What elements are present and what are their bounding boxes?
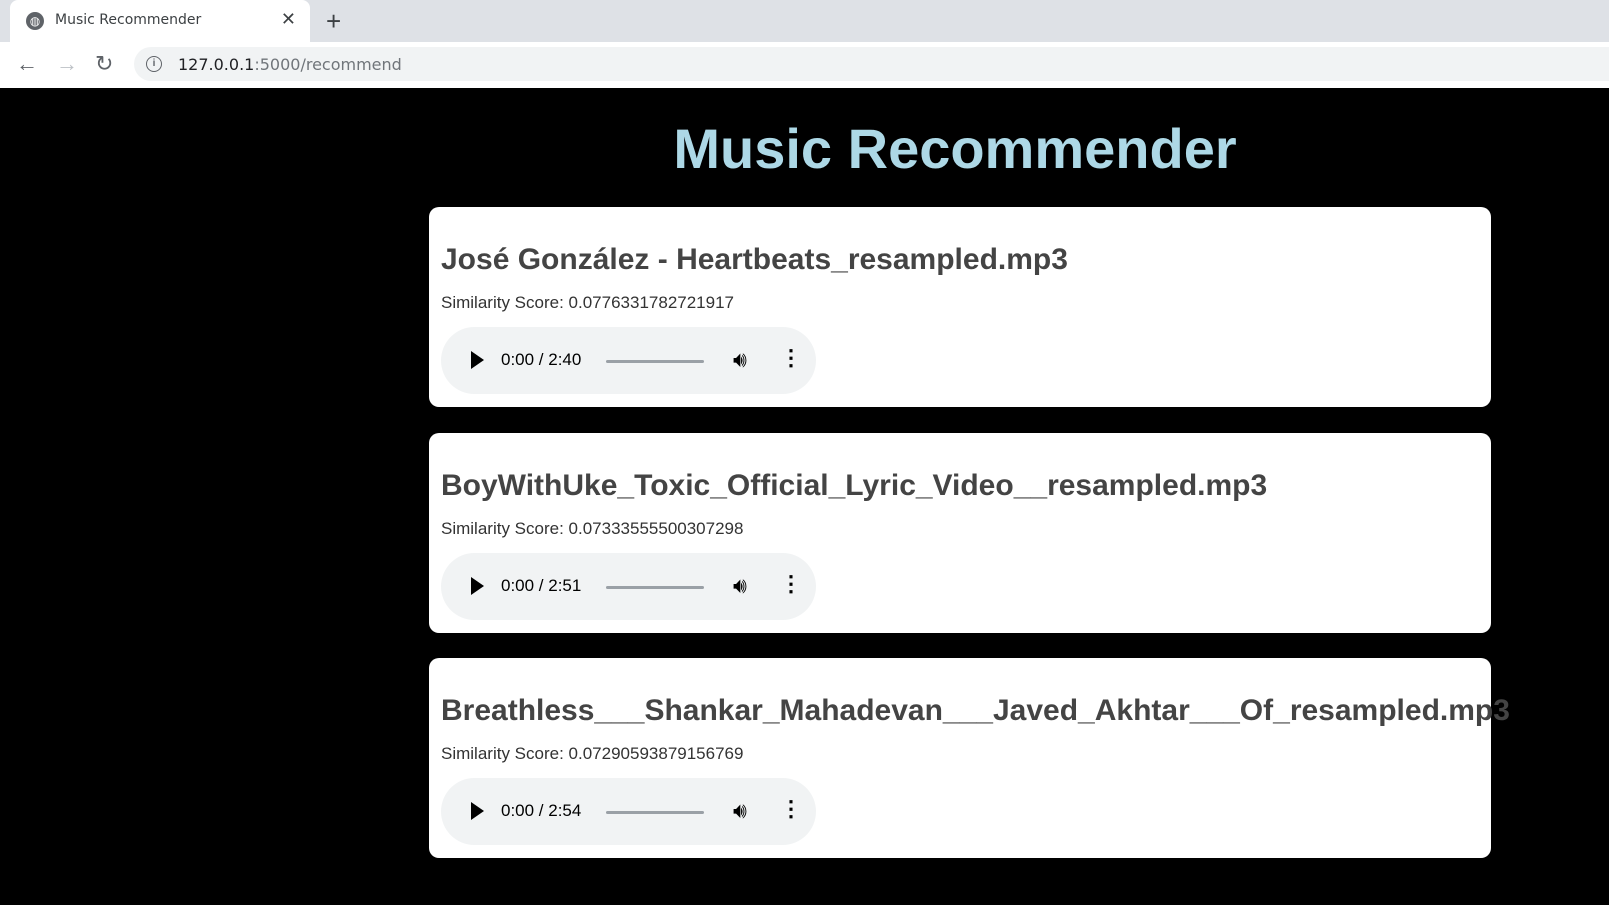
tab-title: Music Recommender bbox=[55, 12, 202, 28]
song-title: José González - Heartbeats_resampled.mp3 bbox=[441, 243, 1068, 276]
info-icon[interactable]: i bbox=[146, 56, 162, 72]
audio-player[interactable]: 0:00 / 2:54 🔊︎ ⋮ bbox=[441, 778, 816, 845]
play-icon[interactable] bbox=[471, 577, 484, 595]
url-path: :5000/recommend bbox=[254, 55, 402, 74]
globe-icon: ◍ bbox=[26, 12, 44, 30]
score-value: 0.07333555500307298 bbox=[568, 519, 744, 538]
volume-icon[interactable]: 🔊︎ bbox=[733, 573, 747, 599]
page-title: Music Recommender bbox=[673, 117, 1237, 180]
score-value: 0.07290593879156769 bbox=[568, 744, 744, 763]
page-content: Music Recommender José González - Heartb… bbox=[0, 88, 1609, 905]
similarity-score: Similarity Score: 0.07290593879156769 bbox=[441, 744, 743, 764]
similarity-score: Similarity Score: 0.07333555500307298 bbox=[441, 519, 743, 539]
plus-icon[interactable]: + bbox=[326, 6, 341, 37]
browser-toolbar: ← → ↻ i 127.0.0.1:5000/recommend bbox=[0, 42, 1609, 89]
forward-arrow-icon[interactable]: → bbox=[56, 51, 78, 77]
close-icon[interactable]: ✕ bbox=[281, 9, 296, 30]
song-title: Breathless___Shankar_Mahadevan___Javed_A… bbox=[441, 694, 1510, 727]
song-card: José González - Heartbeats_resampled.mp3… bbox=[429, 207, 1491, 407]
score-label: Similarity Score: bbox=[441, 744, 564, 763]
song-title: BoyWithUke_Toxic_Official_Lyric_Video__r… bbox=[441, 469, 1268, 502]
tab-strip: ◍ Music Recommender ✕ + bbox=[0, 0, 1609, 42]
browser-tab[interactable]: ◍ Music Recommender ✕ bbox=[10, 0, 310, 42]
back-arrow-icon[interactable]: ← bbox=[16, 51, 38, 77]
play-icon[interactable] bbox=[471, 351, 484, 369]
similarity-score: Similarity Score: 0.0776331782721917 bbox=[441, 293, 734, 313]
address-bar[interactable]: i 127.0.0.1:5000/recommend bbox=[134, 47, 1609, 81]
seek-slider[interactable] bbox=[606, 360, 704, 363]
seek-slider[interactable] bbox=[606, 811, 704, 814]
audio-player[interactable]: 0:00 / 2:40 🔊︎ ⋮ bbox=[441, 327, 816, 394]
play-icon[interactable] bbox=[471, 802, 484, 820]
score-value: 0.0776331782721917 bbox=[568, 293, 734, 312]
score-label: Similarity Score: bbox=[441, 519, 564, 538]
song-card: Breathless___Shankar_Mahadevan___Javed_A… bbox=[429, 658, 1510, 858]
reload-icon[interactable]: ↻ bbox=[95, 51, 113, 77]
more-options-icon[interactable]: ⋮ bbox=[780, 345, 802, 371]
volume-icon[interactable]: 🔊︎ bbox=[733, 347, 747, 373]
audio-player[interactable]: 0:00 / 2:51 🔊︎ ⋮ bbox=[441, 553, 816, 620]
time-display: 0:00 / 2:54 bbox=[501, 801, 582, 820]
time-display: 0:00 / 2:51 bbox=[501, 576, 582, 595]
browser-chrome: ◍ Music Recommender ✕ + ← → ↻ i 127.0.0.… bbox=[0, 0, 1609, 89]
url-text[interactable]: 127.0.0.1:5000/recommend bbox=[178, 55, 402, 74]
more-options-icon[interactable]: ⋮ bbox=[780, 571, 802, 597]
seek-slider[interactable] bbox=[606, 586, 704, 589]
time-display: 0:00 / 2:40 bbox=[501, 350, 582, 369]
score-label: Similarity Score: bbox=[441, 293, 564, 312]
volume-icon[interactable]: 🔊︎ bbox=[733, 798, 747, 824]
song-card: BoyWithUke_Toxic_Official_Lyric_Video__r… bbox=[429, 433, 1491, 633]
more-options-icon[interactable]: ⋮ bbox=[780, 796, 802, 822]
url-host: 127.0.0.1 bbox=[178, 55, 255, 74]
